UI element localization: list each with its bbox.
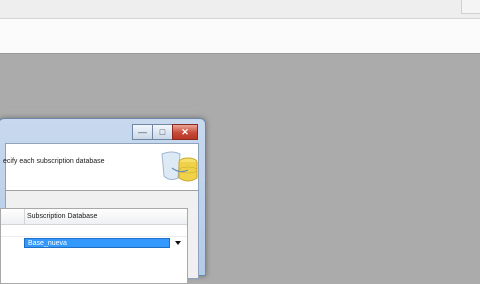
grid-row-divider — [1, 236, 187, 237]
title-buttons: — □ ✕ — [132, 124, 198, 140]
outer-window-toolbar-area — [0, 19, 480, 54]
minimize-button[interactable]: — — [132, 124, 153, 140]
column-divider[interactable] — [24, 209, 25, 224]
close-icon: ✕ — [181, 126, 189, 137]
wizard-header: ecify each subscription database — [3, 144, 198, 191]
close-button[interactable]: ✕ — [172, 124, 198, 140]
subscription-database-select[interactable]: Base_nueva — [24, 238, 170, 248]
grid-header: Subscription Database — [1, 209, 187, 225]
outer-window-button[interactable] — [461, 0, 480, 14]
chevron-down-icon[interactable] — [175, 241, 181, 245]
minimize-icon: — — [138, 126, 147, 137]
dialog-body: ecify each subscription database Subscri… — [0, 143, 199, 284]
subscription-grid: Subscription Database Base_nueva — [0, 208, 188, 284]
maximize-button[interactable]: □ — [152, 124, 173, 140]
database-icon — [161, 151, 198, 182]
instruction-text: ecify each subscription database — [3, 158, 105, 165]
outer-window-titlebar — [0, 0, 480, 19]
subscription-wizard-dialog: — □ ✕ ecify each subscription database S… — [0, 118, 206, 284]
column-header-subscription-database[interactable]: Subscription Database — [27, 213, 97, 220]
maximize-icon: □ — [159, 126, 166, 137]
